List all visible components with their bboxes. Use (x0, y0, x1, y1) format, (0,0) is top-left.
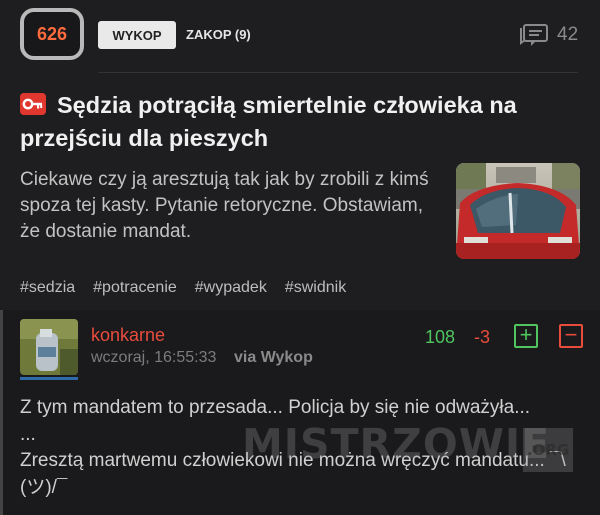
divider (98, 72, 578, 73)
minus-votes-count: -3 (474, 327, 491, 347)
entry-thumbnail[interactable] (456, 163, 580, 259)
zakop-button[interactable]: ZAKOP (9) (186, 27, 251, 42)
entry-title[interactable]: Sędzia potrąciłą smiertelnie człowieka n… (20, 89, 580, 155)
downvote-button[interactable]: − (559, 324, 583, 348)
comment-username[interactable]: konkarne (91, 325, 165, 346)
avatar-underline (20, 377, 78, 380)
tag-wypadek[interactable]: #wypadek (195, 279, 267, 297)
watermark-suffix: .ORG (523, 428, 573, 472)
vote-counter: 626 (20, 8, 84, 60)
comment-source: via Wykop (234, 349, 313, 366)
avatar[interactable] (20, 319, 78, 375)
plus-votes-count: 108 (425, 327, 456, 347)
vote-count: 626 (36, 23, 68, 44)
tag-sedzia[interactable]: #sedzia (20, 279, 75, 297)
comment-timestamp: wczoraj, 16:55:33 (91, 349, 217, 366)
entry-card: 626 WYKOP ZAKOP (9) 42 Sędzia potrąciłą … (0, 0, 600, 310)
upvote-button[interactable]: + (514, 324, 538, 348)
tag-swidnik[interactable]: #swidnik (285, 279, 346, 297)
tag-list: #sedzia #potracenie #wypadek #swidnik (20, 279, 364, 297)
comments-count[interactable]: 42 (557, 24, 578, 46)
comment: konkarne wczoraj, 16:55:33 via Wykop 108… (0, 310, 600, 515)
watermark-logo: MISTRZOWIE (242, 420, 551, 468)
entry-description: Ciekawe czy ją aresztują tak jak by zrob… (20, 169, 429, 242)
comments-icon[interactable] (519, 23, 549, 47)
wykop-button[interactable]: WYKOP (98, 21, 176, 49)
tag-potracenie[interactable]: #potracenie (93, 279, 177, 297)
